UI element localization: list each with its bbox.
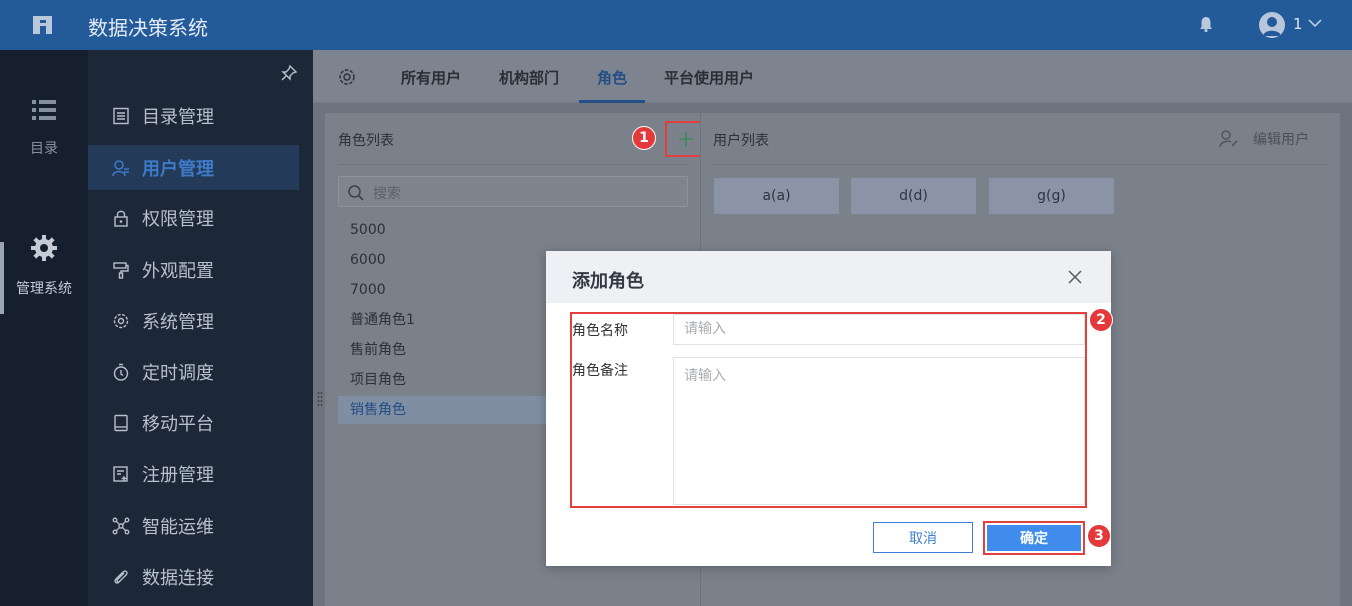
cancel-button[interactable]: 取消 (873, 522, 973, 553)
tablet-icon (114, 414, 128, 431)
chevron-down-icon[interactable] (1307, 17, 1323, 29)
add-role-dialog: 添加角色 角色名称 请输入 角色备注 请输入 2 取消 确定 3 (546, 251, 1113, 566)
bell-icon[interactable] (1197, 15, 1215, 33)
tab-departments[interactable]: 机构部门 (499, 67, 559, 88)
close-icon[interactable] (1068, 270, 1082, 284)
sidebar-item-label: 权限管理 (142, 208, 214, 230)
sidebar-item-label: 定时调度 (142, 362, 214, 384)
tab-platform-users[interactable]: 平台使用用户 (664, 67, 754, 88)
network-icon (112, 517, 130, 534)
sidebar-nav: 目录管理 用户管理 权限管理 外观配置 系统管理 定时调度 移动平台 注册管理 … (88, 50, 313, 606)
timer-icon (113, 363, 129, 381)
user-name[interactable]: 1 (1293, 15, 1303, 33)
plus-icon (679, 132, 693, 146)
rail-item-manage[interactable]: 管理系统 (0, 234, 88, 298)
register-icon (113, 465, 128, 482)
sidebar-item-label: 目录管理 (142, 106, 214, 128)
sidebar-item-schedule[interactable]: 定时调度 (88, 349, 299, 394)
sidebar-item-label: 移动平台 (142, 413, 214, 435)
dialog-header: 添加角色 (546, 251, 1111, 303)
rail-item-catalog[interactable]: 目录 (0, 98, 88, 158)
confirm-button-highlight: 确定 (983, 521, 1085, 555)
panel-divider (338, 164, 688, 165)
user-list-icon (112, 159, 129, 176)
left-rail: 目录 管理系统 (0, 50, 88, 606)
app-title: 数据决策系统 (88, 16, 208, 40)
sidebar-item-registration[interactable]: 注册管理 (88, 451, 299, 496)
edit-user-label: 编辑用户 (1253, 132, 1309, 148)
sidebar-item-data-connection[interactable]: 数据连接 (88, 554, 299, 599)
search-icon (348, 185, 364, 201)
edit-user-button[interactable]: 编辑用户 (1219, 129, 1309, 149)
list-icon (32, 100, 56, 120)
app-logo (33, 16, 52, 34)
step-badge-2: 2 (1089, 308, 1113, 332)
active-tab-indicator (579, 100, 645, 103)
settings-gear-icon[interactable] (337, 67, 357, 87)
tab-bar: 所有用户 机构部门 角色 平台使用用户 (313, 50, 1352, 103)
role-list-title: 角色列表 (338, 133, 394, 149)
step-badge-3: 3 (1087, 524, 1111, 548)
panel-divider (713, 164, 1329, 165)
tab-roles[interactable]: 角色 (597, 67, 627, 88)
edit-user-icon (1219, 130, 1238, 148)
annotation-highlight-frame (570, 312, 1087, 508)
gear-icon (113, 313, 129, 328)
user-list-title: 用户列表 (713, 133, 769, 149)
sidebar-item-smart-ops[interactable]: 智能运维 (88, 503, 299, 548)
sidebar-item-system-manage[interactable]: 系统管理 (88, 298, 299, 343)
avatar[interactable] (1259, 12, 1285, 38)
drag-handle-icon[interactable] (317, 391, 323, 407)
sidebar-item-label: 智能运维 (142, 516, 214, 538)
sidebar-item-label: 数据连接 (142, 567, 214, 589)
top-bar: 数据决策系统 1 (0, 0, 1352, 50)
list-item[interactable]: 5000 (338, 216, 688, 244)
user-icon (1263, 17, 1281, 36)
sidebar-item-mobile-platform[interactable]: 移动平台 (88, 400, 299, 445)
user-chip[interactable]: g(g) (989, 178, 1114, 214)
rail-manage-label: 管理系统 (16, 281, 72, 297)
rail-catalog-label: 目录 (30, 141, 58, 157)
search-placeholder: 搜索 (373, 186, 401, 202)
sidebar-item-label: 外观配置 (142, 260, 214, 282)
tab-all-users[interactable]: 所有用户 (401, 67, 461, 88)
role-search-input[interactable]: 搜索 (338, 176, 688, 207)
step-badge-1: 1 (632, 126, 656, 150)
sidebar-item-label: 注册管理 (142, 464, 214, 486)
sidebar-item-permission-manage[interactable]: 权限管理 (88, 195, 299, 240)
user-chip[interactable]: d(d) (851, 178, 976, 214)
dialog-title: 添加角色 (572, 271, 644, 292)
sidebar-item-label: 用户管理 (142, 158, 214, 180)
document-list-icon (113, 107, 129, 124)
sidebar-item-label: 系统管理 (142, 311, 214, 333)
user-chip[interactable]: a(a) (714, 178, 839, 214)
sidebar-item-catalog-manage[interactable]: 目录管理 (88, 93, 299, 138)
lock-icon (114, 210, 128, 227)
paperclip-icon (114, 569, 128, 584)
confirm-button[interactable]: 确定 (987, 525, 1081, 551)
sidebar-item-appearance[interactable]: 外观配置 (88, 247, 299, 292)
gear-icon (31, 235, 57, 261)
sidebar-item-user-manage[interactable]: 用户管理 (88, 145, 299, 190)
pin-icon[interactable] (280, 64, 298, 82)
paint-roller-icon (113, 261, 129, 279)
